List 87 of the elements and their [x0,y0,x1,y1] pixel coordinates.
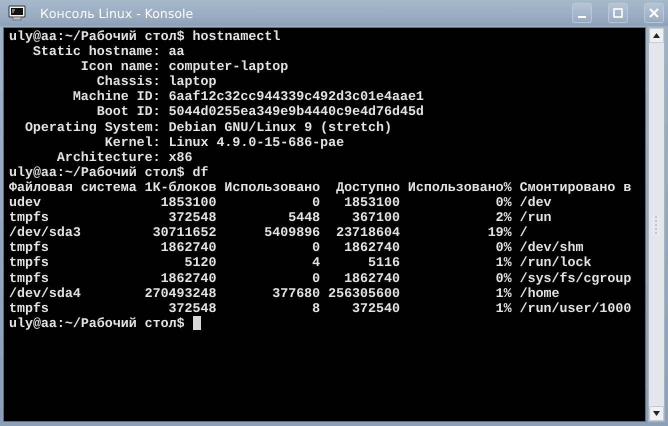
table-cell-text: /dev/shm [518,240,584,256]
table-cell-text: 0 [311,240,320,256]
table-cell-text: 372548 [168,300,216,316]
window-title: Консоль Linux - Konsole [40,6,194,20]
up-arrow-icon [653,33,660,38]
table-cell-text: 1% [494,255,512,270]
table-cell-text: 1% [494,300,512,316]
table-cell-text: /run [518,210,553,226]
grip-icon [655,214,658,234]
table-cell-text: /dev [518,195,553,210]
minimize-button[interactable] [572,3,592,23]
table-cell-text: 0 [311,270,320,286]
table-cell-text: /run/lock [518,255,592,270]
table-cell-text: /home [518,286,561,301]
table-cell-text: /dev/sda3 [9,225,82,240]
table-cell-text: 1862740 [343,240,400,256]
table-cell-text: 377680 [271,286,320,301]
scroll-up-button[interactable] [649,28,664,43]
output-value: aa [168,44,186,60]
table-cell-text: 1862740 [343,270,400,286]
table-cell-text: 1853100 [160,195,216,210]
table-cell-text: 0% [494,195,512,210]
table-cell-text: 5448 [287,210,320,226]
output-value: laptop [168,74,218,90]
table-cell-text: / [518,225,529,240]
table-cell-text: 4 [311,255,320,270]
prompt-line: uly@aa:~/Рабочий стол$ hostnamectl [9,29,280,44]
table-cell-text: 5116 [367,255,400,270]
table-cell-text: 19% [486,225,512,240]
table-cell-text: tmpfs [9,240,50,256]
minimize-icon [578,16,586,18]
output-label: Static hostname: [32,44,161,60]
output-label: Boot ID: [96,104,161,120]
column-header: Использовано [223,180,320,196]
maximize-icon [613,8,623,18]
table-cell-text: 0% [494,270,512,286]
output-value: 5044d0255ea349e9b4440c9e4d76d45d [168,104,424,120]
prompt-line: uly@aa:~/Рабочий стол$ df [9,164,208,180]
column-header: Доступно [335,180,400,196]
scrollbar[interactable] [648,27,665,422]
table-cell-text: 0 [311,195,320,210]
table-cell-text: /dev/sda4 [9,286,82,301]
output-label: Chassis: [96,74,161,90]
table-cell-text: 1862740 [160,270,216,286]
table-cell-text: 1862740 [160,240,216,256]
terminal-icon [8,5,26,21]
table-cell-text: 372548 [168,210,216,226]
maximize-button[interactable] [608,3,628,23]
table-cell-text: 372540 [351,300,400,316]
table-cell-text: tmpfs [9,210,50,226]
table-cell-text: /sys/fs/cgroup [518,270,632,286]
column-header: Файловая система [9,180,137,196]
table-cell-text: 2% [494,210,512,226]
table-cell-text: 1853100 [343,195,400,210]
table-cell-text: 5120 [184,255,216,270]
down-arrow-icon [653,411,660,416]
output-value: Linux 4.9.0-15-686-pae [168,134,346,150]
output-label: Machine ID: [72,89,161,104]
table-cell-text: udev [9,195,42,210]
table-cell-text: 256305600 [327,286,400,301]
output-value: computer-laptop [168,59,290,74]
output-label: Architecture: [56,150,161,165]
table-cell-text: 30711652 [152,225,216,240]
table-cell-text: tmpfs [9,270,50,286]
output-label: Operating System: [24,120,161,135]
table-cell-text: 23718604 [335,225,400,240]
output-value: x86 [168,150,194,165]
scroll-down-button[interactable] [649,406,664,421]
table-cell-text: 0% [494,240,512,256]
output-value: Debian GNU/Linux 9 (stretch) [168,120,393,135]
output-label: Icon name: [80,59,161,74]
output-label: Kernel: [104,134,161,150]
column-header: Смонтировано в [518,180,632,196]
table-cell-text: tmpfs [9,255,50,270]
table-cell-text: 8 [311,300,320,316]
table-cell-text: 1% [494,286,512,301]
table-cell-text: 270493248 [144,286,216,301]
column-header: 1К-блоков [144,180,216,196]
table-cell-text: /run/user/1000 [518,300,632,316]
output-value: 6aaf12c32cc944339c492d3c01e4aae1 [168,89,424,104]
close-button[interactable] [644,3,664,23]
column-header: Использовано% [406,180,512,196]
close-icon [649,8,659,18]
prompt-line: uly@aa:~/Рабочий стол$ [9,316,185,331]
table-cell-text: tmpfs [9,300,50,316]
table-cell-text: 367100 [351,210,400,226]
table-cell-text: 5409896 [263,225,320,240]
